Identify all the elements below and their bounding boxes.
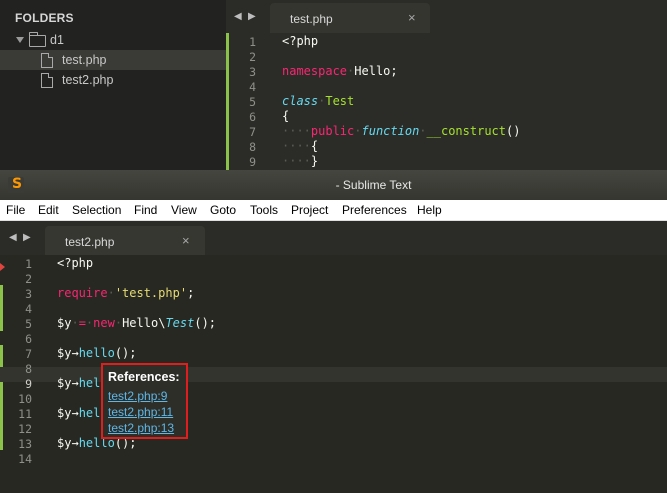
- line-number: 3: [25, 287, 32, 301]
- sidebar-title: FOLDERS: [15, 11, 74, 25]
- line-number: 11: [18, 407, 32, 421]
- window-title: - Sublime Text: [335, 178, 412, 192]
- line-number: 8: [25, 362, 32, 376]
- tab-label: test2.php: [65, 235, 115, 249]
- tab-test-php[interactable]: test.php ×: [270, 3, 430, 33]
- background-editor-window: FOLDERS d1 test.php test2.php ◀ ▶ test.p…: [0, 0, 667, 170]
- code-line: {: [282, 109, 290, 123]
- menu-find[interactable]: Find: [134, 203, 157, 217]
- code-line: class·Test: [282, 94, 355, 108]
- tab-bar: ◀ ▶ test2.php ×: [0, 221, 667, 255]
- menu-file[interactable]: File: [6, 203, 25, 217]
- code-line: <?php: [57, 256, 94, 270]
- file-icon: [41, 73, 53, 88]
- modified-line-marker: [226, 33, 229, 170]
- menu-tools[interactable]: Tools: [250, 203, 278, 217]
- menu-selection[interactable]: Selection: [72, 203, 121, 217]
- line-number: 5: [249, 95, 256, 109]
- references-popup: References: test2.php:9 test2.php:11 tes…: [101, 363, 188, 439]
- code-line: <?php: [282, 34, 319, 48]
- code-line: ····}: [282, 154, 319, 168]
- code-line: ····{: [282, 139, 319, 153]
- menu-project[interactable]: Project: [291, 203, 328, 217]
- folder-label: d1: [50, 33, 64, 47]
- modified-line-marker: [0, 285, 3, 315]
- sidebar-file-test2-php[interactable]: test2.php: [0, 70, 226, 90]
- line-number: 13: [18, 437, 32, 451]
- nav-right-icon[interactable]: ▶: [248, 11, 256, 22]
- nav-left-icon[interactable]: ◀: [234, 11, 242, 22]
- line-number: 4: [25, 302, 32, 316]
- line-number: 7: [25, 347, 32, 361]
- popup-title: References:: [108, 370, 180, 384]
- menu-preferences[interactable]: Preferences: [342, 203, 407, 217]
- line-number: 2: [249, 50, 256, 64]
- file-icon: [41, 53, 53, 68]
- code-line: $y·=·new·Hello\Test();: [57, 316, 217, 330]
- diff-deleted-marker-icon: [0, 263, 5, 271]
- line-number: 1: [25, 257, 32, 271]
- reference-link[interactable]: test2.php:13: [108, 421, 174, 435]
- line-number: 7: [249, 125, 256, 139]
- modified-line-marker: [0, 345, 3, 450]
- code-line: require·'test.php';: [57, 286, 195, 300]
- close-icon[interactable]: ×: [408, 10, 416, 25]
- menu-view[interactable]: View: [171, 203, 197, 217]
- line-number: 4: [249, 80, 256, 94]
- tab-label: test.php: [290, 12, 333, 26]
- code-line: $y→hello();: [57, 346, 137, 360]
- line-number: 6: [249, 110, 256, 124]
- background-code-editor[interactable]: 1 2 3 4 5 6 7 8 9 <?php namespace·Hello;…: [226, 33, 667, 170]
- folder-icon: [29, 32, 46, 47]
- file-label: test2.php: [62, 73, 114, 87]
- window-titlebar[interactable]: S - Sublime Text: [0, 170, 667, 200]
- close-icon[interactable]: ×: [182, 233, 190, 248]
- line-number: 6: [25, 332, 32, 346]
- line-number: 14: [18, 452, 32, 466]
- line-number: 3: [249, 65, 256, 79]
- line-number: 8: [249, 140, 256, 154]
- code-line: namespace·Hello;: [282, 64, 398, 78]
- modified-line-marker: [0, 315, 3, 331]
- reference-link[interactable]: test2.php:9: [108, 389, 167, 403]
- sidebar-file-test-php[interactable]: test.php: [0, 50, 226, 70]
- menu-goto[interactable]: Goto: [210, 203, 236, 217]
- menu-bar: File Edit Selection Find View Goto Tools…: [0, 200, 667, 221]
- sidebar: FOLDERS d1 test.php test2.php: [0, 0, 226, 170]
- menu-help[interactable]: Help: [417, 203, 442, 217]
- file-label: test.php: [62, 53, 107, 67]
- tab-test2-php[interactable]: test2.php ×: [45, 226, 205, 255]
- nav-right-icon[interactable]: ▶: [23, 232, 31, 243]
- line-number: 5: [25, 317, 32, 331]
- menu-edit[interactable]: Edit: [38, 203, 59, 217]
- nav-left-icon[interactable]: ◀: [9, 232, 17, 243]
- line-number: 10: [18, 392, 32, 406]
- code-line: ····public·function·__construct(): [282, 124, 521, 138]
- line-number: 1: [249, 35, 256, 49]
- reference-link[interactable]: test2.php:11: [108, 405, 173, 419]
- line-number: 9: [249, 155, 256, 169]
- line-number: 2: [25, 272, 32, 286]
- line-number-current: 9: [25, 377, 32, 391]
- line-number: 12: [18, 422, 32, 436]
- sidebar-folder-d1[interactable]: d1: [0, 30, 226, 50]
- expand-arrow-icon[interactable]: [16, 37, 24, 43]
